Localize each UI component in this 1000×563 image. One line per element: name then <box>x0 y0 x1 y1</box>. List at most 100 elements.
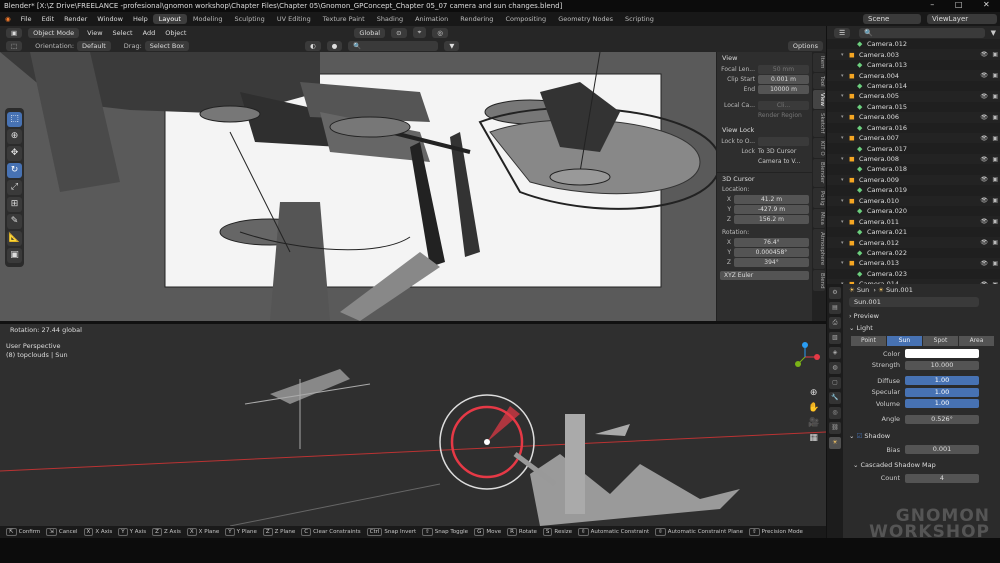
drag-dropdown[interactable]: Select Box <box>144 40 189 51</box>
tab-compositing[interactable]: Compositing <box>499 14 552 24</box>
output-tab-icon[interactable]: ⎙ <box>829 317 841 329</box>
orientation-dropdown[interactable]: Default <box>77 40 111 51</box>
tab-geometry-nodes[interactable]: Geometry Nodes <box>552 14 619 24</box>
cursor-z-field[interactable]: 156.2 m <box>734 214 809 224</box>
tab-kit-ops[interactable]: KIT O <box>813 137 825 159</box>
camera-view-icon[interactable]: 🎥 <box>808 416 819 431</box>
world-tab-icon[interactable]: ◍ <box>829 362 841 374</box>
tab-scripting[interactable]: Scripting <box>619 14 660 24</box>
count-field[interactable]: 4 <box>905 473 979 483</box>
diffuse-field[interactable]: 1.00 <box>905 376 979 386</box>
view-lock-header[interactable]: View Lock <box>717 124 812 136</box>
pan-hand-icon[interactable]: ✋ <box>808 401 819 416</box>
expand-arrow-icon[interactable]: ▾ <box>841 198 844 204</box>
volume-field[interactable]: 1.00 <box>905 399 979 409</box>
light-type-spot[interactable]: Spot <box>923 336 958 346</box>
view-section-header[interactable]: View <box>717 52 812 64</box>
tab-sketchfab[interactable]: Sketchf <box>813 110 825 137</box>
outliner-row[interactable]: ▾ ◼ Camera.005 👁 ▣ <box>827 91 1000 102</box>
visibility-eye-icon[interactable]: 👁 <box>980 156 988 163</box>
cursor-y-field[interactable]: -427.9 m <box>734 204 809 214</box>
filter-icon[interactable]: ▼ <box>991 29 996 37</box>
menu-add[interactable]: Add <box>138 29 161 37</box>
move-tool-icon[interactable]: ✥ <box>7 146 22 161</box>
outliner-editor-icon[interactable]: ☰ <box>834 27 851 38</box>
navigation-gizmo[interactable] <box>790 342 820 372</box>
shadow-panel-header[interactable]: ⌄ ☑ Shadow <box>845 430 1000 442</box>
tab-view[interactable]: View <box>813 90 825 110</box>
select-tool-icon[interactable]: ⬚ <box>7 112 22 127</box>
scene-selector[interactable]: Scene <box>863 14 921 24</box>
preview-panel-header[interactable]: › Preview <box>845 310 1000 322</box>
tab-tool[interactable]: Tool <box>813 72 825 90</box>
visibility-eye-icon[interactable]: 👁 <box>980 218 988 225</box>
render-camera-icon[interactable]: ▣ <box>992 156 998 163</box>
render-camera-icon[interactable]: ▣ <box>992 93 998 100</box>
measure-tool-icon[interactable]: 📐 <box>7 231 22 246</box>
outliner-row[interactable]: ▾ ◼ Camera.003 👁 ▣ <box>827 49 1000 60</box>
top-viewport[interactable]: ⬚ ⊕ ✥ ↻ ⤢ ⊞ ✎ 📐 ▣ <box>0 52 826 321</box>
expand-arrow-icon[interactable]: ▾ <box>841 240 844 246</box>
view-layer-selector[interactable]: ViewLayer <box>927 14 997 24</box>
menu-help[interactable]: Help <box>128 15 153 23</box>
render-tab-icon[interactable]: ▤ <box>829 302 841 314</box>
transform-orientation-dropdown[interactable]: Global <box>354 27 386 38</box>
outliner-row[interactable]: ◆ Camera.020 <box>827 206 1000 216</box>
cursor-x-field[interactable]: 41.2 m <box>734 194 809 204</box>
light-type-point[interactable]: Point <box>851 336 886 346</box>
visibility-eye-icon[interactable]: 👁 <box>980 239 988 246</box>
proportional-edit-icon[interactable]: ◎ <box>432 27 448 38</box>
expand-arrow-icon[interactable]: ▾ <box>841 52 844 58</box>
maximize-icon[interactable]: □ <box>955 0 963 12</box>
tab-item[interactable]: Item <box>813 53 825 72</box>
shading-icon[interactable]: ● <box>326 40 343 51</box>
camera-to-view-checkbox[interactable]: Camera to V... <box>758 158 800 165</box>
render-camera-icon[interactable]: ▣ <box>992 51 998 58</box>
menu-file[interactable]: File <box>16 15 37 23</box>
outliner-row[interactable]: ▾ ◼ Camera.010 👁 ▣ <box>827 195 1000 206</box>
to-3d-cursor-checkbox[interactable]: To 3D Cursor <box>758 148 796 155</box>
3d-cursor-header[interactable]: 3D Cursor <box>717 172 812 184</box>
minimize-icon[interactable]: – <box>930 0 934 12</box>
clip-end-field[interactable]: 10000 m <box>758 84 809 94</box>
transform-tool-icon[interactable]: ⊞ <box>7 197 22 212</box>
outliner-row[interactable]: ◆ Camera.021 <box>827 227 1000 237</box>
tool-tab-icon[interactable]: ⚙ <box>829 287 841 299</box>
lock-object-field[interactable] <box>758 136 809 146</box>
options-dropdown[interactable]: Options <box>787 40 823 51</box>
visibility-eye-icon[interactable]: 👁 <box>980 135 988 142</box>
outliner-row[interactable]: ◆ Camera.018 <box>827 164 1000 174</box>
light-color-swatch[interactable] <box>905 349 979 359</box>
editor-type-icon[interactable]: ▣ <box>6 27 23 38</box>
expand-arrow-icon[interactable]: ▾ <box>841 260 844 266</box>
tab-shading[interactable]: Shading <box>371 14 409 24</box>
visibility-eye-icon[interactable]: 👁 <box>980 260 988 267</box>
visibility-eye-icon[interactable]: 👁 <box>980 51 988 58</box>
visibility-eye-icon[interactable]: 👁 <box>980 72 988 79</box>
focal-length-field[interactable]: 50 mm <box>758 64 809 74</box>
render-camera-icon[interactable]: ▣ <box>992 260 998 267</box>
viewport-search[interactable]: 🔍 <box>348 40 439 51</box>
outliner-row[interactable]: ▾ ◼ Camera.012 👁 ▣ <box>827 237 1000 248</box>
light-type-area[interactable]: Area <box>959 336 994 346</box>
outliner-row[interactable]: ◆ Camera.016 <box>827 123 1000 133</box>
tab-blend[interactable]: Blend <box>813 269 825 292</box>
cursor-rot-y-field[interactable]: 0.000458° <box>734 247 809 257</box>
tab-rendering[interactable]: Rendering <box>454 14 499 24</box>
bottom-viewport[interactable]: Rotation: 27.44 global User Perspective … <box>0 324 826 526</box>
tab-poliig[interactable]: Poliig <box>813 187 825 209</box>
outliner-row[interactable]: ◆ Camera.014 <box>827 81 1000 91</box>
render-camera-icon[interactable]: ▣ <box>992 135 998 142</box>
tool-icon[interactable]: ⬚ <box>6 40 23 51</box>
physics-tab-icon[interactable]: ◎ <box>829 407 841 419</box>
shadow-checkbox-icon[interactable]: ☑ <box>857 432 863 440</box>
outliner-search[interactable]: 🔍 <box>859 27 985 38</box>
strength-field[interactable]: 10.000 <box>905 360 979 370</box>
outliner-row[interactable]: ▾ ◼ Camera.009 👁 ▣ <box>827 174 1000 186</box>
add-cube-tool-icon[interactable]: ▣ <box>7 248 22 263</box>
outliner-row[interactable]: ◆ Camera.023 <box>827 269 1000 279</box>
menu-edit[interactable]: Edit <box>37 15 60 23</box>
overlay-icon[interactable]: ◐ <box>304 40 321 51</box>
angle-field[interactable]: 0.526° <box>905 414 979 424</box>
render-camera-icon[interactable]: ▣ <box>992 72 998 79</box>
